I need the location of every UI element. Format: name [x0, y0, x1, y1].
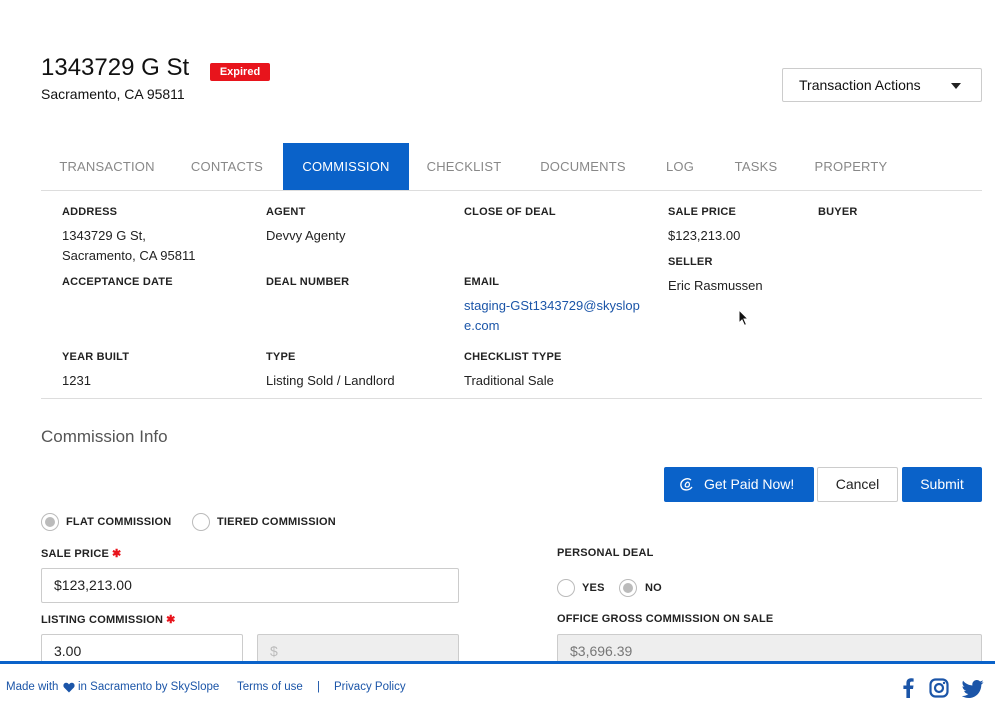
commission-info-title: Commission Info	[41, 427, 168, 446]
year-built-value: 1231	[62, 373, 91, 388]
seller-label: SELLER	[668, 256, 713, 268]
agent-label: AGENT	[266, 206, 306, 218]
get-paid-now-label: Get Paid Now!	[704, 476, 795, 492]
facebook-icon[interactable]	[902, 678, 914, 698]
transaction-title: 1343729 G St	[41, 54, 190, 81]
commission-sale-price-text: SALE PRICE	[41, 548, 110, 560]
buyer-label: BUYER	[818, 206, 858, 218]
close-of-deal-label: CLOSE OF DEAL	[464, 206, 556, 218]
email-link-line2[interactable]: e.com	[464, 316, 499, 336]
tab-tasks[interactable]: TASKS	[726, 143, 786, 190]
personal-deal-label: PERSONAL DEAL	[557, 547, 654, 559]
mouse-cursor-icon	[738, 309, 750, 327]
submit-button[interactable]: Submit	[902, 467, 982, 502]
tab-contacts[interactable]: CONTACTS	[183, 143, 271, 190]
checklist-type-value: Traditional Sale	[464, 373, 554, 388]
transaction-actions-label: Transaction Actions	[799, 77, 921, 93]
heart-icon	[63, 682, 75, 693]
personal-deal-no-label: NO	[645, 582, 662, 594]
required-asterisk-icon: ✱	[112, 548, 122, 560]
acceptance-date-label: ACCEPTANCE DATE	[62, 276, 173, 288]
get-paid-now-button[interactable]: Get Paid Now!	[664, 467, 814, 502]
made-with-suffix: in Sacramento by SkySlope	[78, 681, 220, 693]
deal-number-label: DEAL NUMBER	[266, 276, 350, 288]
tiered-commission-radio[interactable]	[192, 513, 210, 531]
tab-bar: TRANSACTION CONTACTS COMMISSION CHECKLIS…	[41, 143, 982, 191]
terms-of-use-link[interactable]: Terms of use	[237, 681, 303, 693]
tab-property[interactable]: PROPERTY	[807, 143, 895, 190]
instagram-icon[interactable]	[929, 678, 949, 698]
transaction-actions-dropdown[interactable]: Transaction Actions	[782, 68, 982, 102]
twitter-icon[interactable]	[962, 680, 984, 698]
caret-down-icon	[951, 83, 961, 89]
office-gross-commission-label: OFFICE GROSS COMMISSION ON SALE	[557, 613, 774, 625]
required-asterisk-icon: ✱	[166, 614, 176, 626]
flat-commission-label: FLAT COMMISSION	[66, 516, 172, 528]
type-label: TYPE	[266, 351, 296, 363]
tab-log[interactable]: LOG	[655, 143, 705, 190]
commission-sale-price-label: SALE PRICE ✱	[41, 547, 121, 560]
listing-commission-text: LISTING COMMISSION	[41, 614, 164, 626]
footer: Made with in Sacramento by SkySlope Term…	[0, 661, 995, 710]
sale-price-label: SALE PRICE	[668, 206, 737, 218]
cancel-button[interactable]: Cancel	[817, 467, 898, 502]
get-paid-icon	[680, 478, 693, 491]
personal-deal-yes-label: YES	[582, 582, 605, 594]
year-built-label: YEAR BUILT	[62, 351, 130, 363]
privacy-policy-link[interactable]: Privacy Policy	[334, 681, 406, 693]
transaction-subtitle: Sacramento, CA 95811	[41, 86, 185, 102]
address-line2: Sacramento, CA 95811	[62, 248, 196, 263]
agent-value: Devvy Agenty	[266, 228, 346, 243]
email-label: EMAIL	[464, 276, 500, 288]
listing-commission-label: LISTING COMMISSION ✱	[41, 613, 176, 626]
tiered-commission-label: TIERED COMMISSION	[217, 516, 336, 528]
tab-transaction[interactable]: TRANSACTION	[41, 143, 173, 190]
status-badge: Expired	[210, 63, 270, 81]
made-with-prefix: Made with	[6, 681, 59, 693]
sale-price-value: $123,213.00	[668, 228, 741, 243]
tab-checklist[interactable]: CHECKLIST	[419, 143, 509, 190]
email-link-line1[interactable]: staging-GSt1343729@skyslop	[464, 296, 640, 316]
seller-value: Eric Rasmussen	[668, 278, 763, 293]
section-divider	[41, 398, 982, 399]
flat-commission-radio[interactable]	[41, 513, 59, 531]
address-label: ADDRESS	[62, 206, 118, 218]
footer-separator: |	[317, 681, 320, 693]
personal-deal-yes-radio[interactable]	[557, 579, 575, 597]
tab-commission[interactable]: COMMISSION	[283, 143, 409, 190]
personal-deal-no-radio[interactable]	[619, 579, 637, 597]
sale-price-input[interactable]: $123,213.00	[41, 568, 459, 603]
address-line1: 1343729 G St,	[62, 228, 146, 243]
tab-documents[interactable]: DOCUMENTS	[531, 143, 635, 190]
checklist-type-label: CHECKLIST TYPE	[464, 351, 562, 363]
type-value: Listing Sold / Landlord	[266, 373, 395, 388]
